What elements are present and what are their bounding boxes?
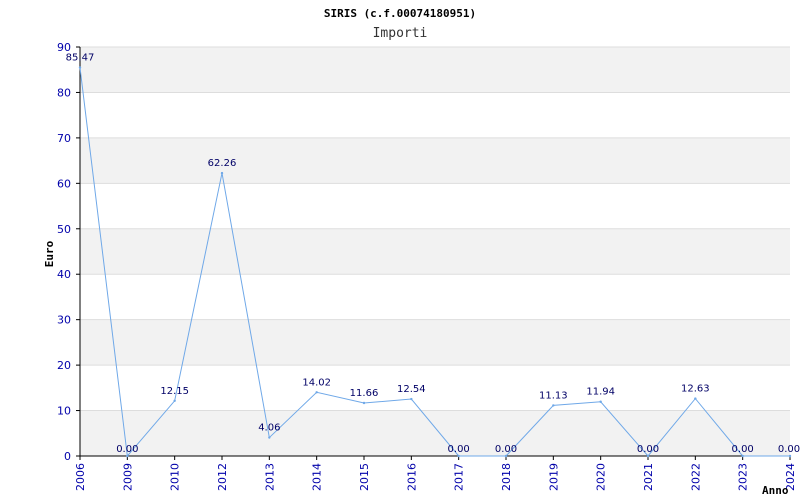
data-label: 11.13	[539, 390, 568, 401]
data-point	[173, 399, 176, 402]
x-tick-label: 2019	[547, 463, 560, 491]
x-tick-label: 2012	[216, 463, 229, 491]
data-point	[599, 400, 602, 403]
data-label: 62.26	[208, 158, 237, 169]
x-axis-label: Anno	[762, 484, 789, 497]
data-point	[694, 397, 697, 400]
chart: 0102030405060708090 2006 2009 2010 2012 2013…	[43, 7, 800, 497]
data-label: 0.00	[778, 444, 800, 455]
x-tick-label: 2021	[642, 463, 655, 491]
data-point	[552, 404, 555, 407]
data-label: 0.00	[637, 444, 659, 455]
x-tick-label: 2009	[121, 463, 134, 491]
data-point	[220, 171, 224, 175]
data-label: 11.66	[350, 388, 379, 399]
data-point	[315, 391, 318, 394]
chart-title: SIRIS (c.f.00074180951)	[324, 7, 476, 20]
data-point	[362, 401, 366, 405]
x-tick-label: 2016	[405, 463, 418, 491]
grid-band	[80, 47, 790, 93]
y-axis-label: Euro	[43, 240, 56, 267]
grid-band	[80, 137, 790, 184]
data-point	[410, 397, 413, 401]
y-ticks: 0102030405060708090	[57, 41, 80, 463]
y-tick-label: 40	[57, 268, 71, 281]
grid-band	[80, 410, 790, 456]
data-label: 0.00	[116, 444, 138, 455]
x-tick-label: 2015	[358, 463, 371, 491]
y-tick-label: 0	[64, 450, 71, 463]
y-tick-label: 70	[57, 132, 71, 145]
y-tick-label: 20	[57, 359, 71, 372]
data-label: 0.00	[448, 444, 470, 455]
x-tick-label: 2023	[737, 463, 750, 491]
data-label: 85.47	[66, 53, 95, 64]
x-tick-label: 2010	[169, 463, 182, 491]
data-point	[741, 454, 744, 458]
grid-band	[80, 228, 790, 275]
y-tick-label: 80	[57, 86, 71, 99]
data-point	[268, 436, 271, 439]
x-ticks: 2006 2009 2010 2012 2013 2014 2015 2016 2017 2018…	[74, 456, 797, 491]
data-label: 12.15	[160, 386, 189, 397]
x-tick-label: 2020	[595, 463, 608, 491]
x-tick-label: 2017	[453, 463, 466, 491]
data-label: 4.06	[258, 423, 280, 434]
y-tick-label: 30	[57, 314, 71, 327]
y-tick-label: 50	[57, 223, 71, 236]
y-tick-label: 60	[57, 177, 71, 190]
data-label: 0.00	[732, 444, 754, 455]
chart-subtitle: Importi	[373, 26, 428, 41]
data-label: 0.00	[495, 444, 517, 455]
data-point	[457, 454, 460, 458]
x-tick-label: 2014	[311, 463, 324, 491]
y-tick-label: 10	[57, 405, 71, 418]
data-label: 14.02	[302, 377, 331, 388]
data-point	[788, 454, 792, 458]
x-tick-label: 2013	[263, 463, 276, 491]
data-label: 11.94	[586, 387, 615, 398]
data-point	[78, 66, 82, 69]
data-point	[126, 454, 129, 458]
x-tick-label: 2018	[500, 463, 513, 491]
data-label: 12.63	[681, 384, 710, 395]
data-point	[646, 454, 650, 458]
x-tick-label: 2022	[689, 463, 702, 491]
data-label: 12.54	[397, 384, 426, 395]
x-tick-label: 2006	[74, 463, 87, 491]
data-point	[504, 454, 508, 458]
